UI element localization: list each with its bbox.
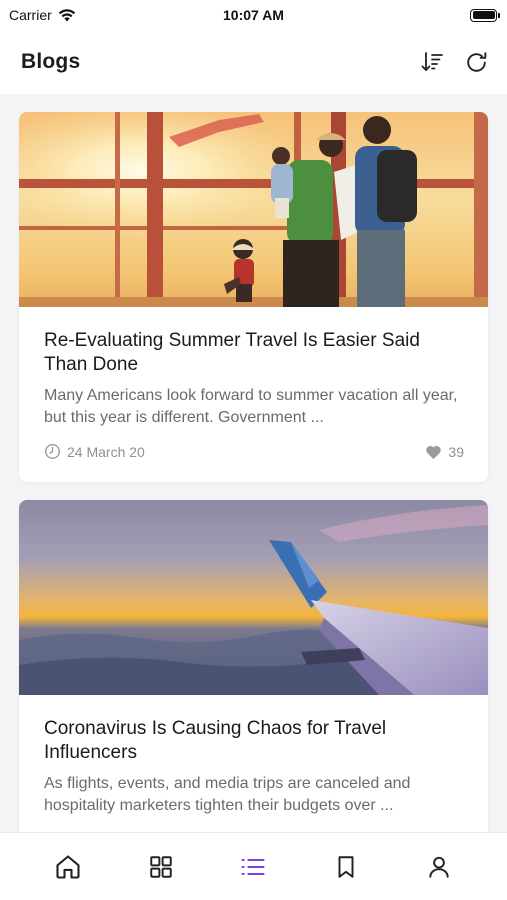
sort-descending-icon: [421, 52, 443, 72]
nav-categories[interactable]: [139, 845, 183, 889]
heart-icon: [426, 445, 442, 459]
like-count: 39: [448, 443, 464, 460]
blog-card[interactable]: Re-Evaluating Summer Travel Is Easier Sa…: [19, 112, 488, 482]
status-bar: Carrier 10:07 AM: [0, 0, 507, 30]
post-excerpt: Many Americans look forward to summer va…: [44, 387, 458, 426]
refresh-icon: [466, 51, 486, 72]
nav-home[interactable]: [46, 845, 90, 889]
status-time: 10:07 AM: [223, 7, 284, 23]
grid-icon: [150, 855, 172, 878]
page-title: Blogs: [21, 50, 81, 73]
wifi-icon: [58, 9, 75, 22]
post-date: 24 March 20: [67, 443, 145, 460]
status-left: Carrier: [9, 7, 76, 23]
bottom-nav: [0, 832, 507, 900]
carrier-label: Carrier: [9, 7, 52, 23]
post-body: Re-Evaluating Summer Travel Is Easier Sa…: [19, 307, 488, 482]
post-date-group: 24 March 20: [44, 443, 145, 460]
post-body: Coronavirus Is Causing Chaos for Travel …: [19, 695, 488, 832]
list-icon: [241, 858, 266, 875]
profile-icon: [429, 856, 449, 878]
home-icon: [56, 854, 80, 879]
post-image: [19, 112, 488, 307]
refresh-button[interactable]: [461, 47, 491, 77]
post-image: [19, 500, 488, 695]
sort-button[interactable]: [417, 47, 447, 77]
nav-blogs[interactable]: [231, 845, 275, 889]
header-actions: [417, 47, 491, 77]
post-title[interactable]: Re-Evaluating Summer Travel Is Easier Sa…: [44, 329, 464, 377]
app-header: Blogs: [0, 30, 507, 94]
blog-card[interactable]: Coronavirus Is Causing Chaos for Travel …: [19, 500, 488, 832]
bookmark-icon: [338, 855, 354, 878]
nav-profile[interactable]: [417, 845, 461, 889]
nav-bookmarks[interactable]: [324, 845, 368, 889]
blog-feed[interactable]: Re-Evaluating Summer Travel Is Easier Sa…: [0, 94, 507, 832]
battery-icon: [470, 8, 500, 22]
post-title[interactable]: Coronavirus Is Causing Chaos for Travel …: [44, 717, 464, 765]
post-meta: 24 March 20 39: [44, 443, 464, 460]
clock-icon: [45, 444, 60, 459]
like-button[interactable]: 39: [425, 444, 464, 460]
post-excerpt: As flights, events, and media trips are …: [44, 775, 411, 814]
